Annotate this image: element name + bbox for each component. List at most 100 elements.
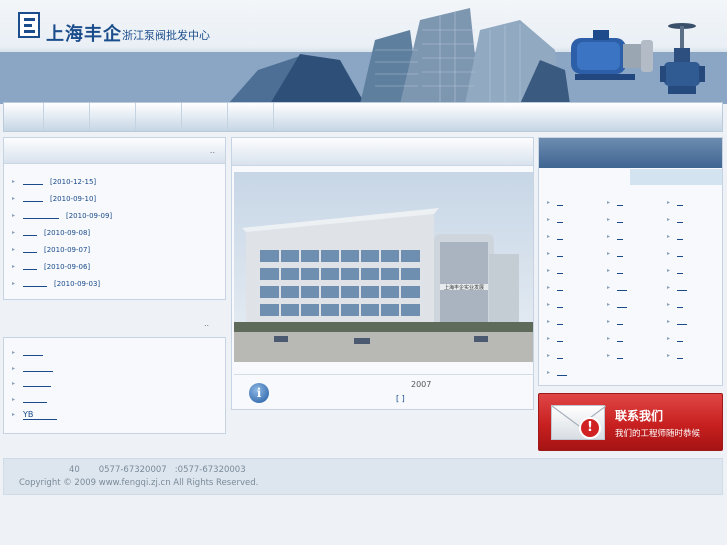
news-title-link[interactable] (23, 195, 43, 202)
news-more-link[interactable]: .. (210, 146, 215, 155)
nav-item-5[interactable] (182, 103, 228, 131)
product-link-text[interactable] (557, 199, 563, 206)
product-link-text[interactable] (617, 250, 623, 257)
product-link-text[interactable] (557, 369, 567, 376)
product-link-text[interactable] (617, 216, 623, 223)
product-link[interactable]: ▸ (547, 313, 607, 330)
product-link-text[interactable] (557, 216, 563, 223)
news-item[interactable]: ▸ [2010-12-15] (12, 173, 225, 190)
news-title-link[interactable] (23, 178, 43, 185)
product-link[interactable]: ▸ (607, 262, 667, 279)
product-link[interactable]: ▸ (607, 296, 667, 313)
product-link[interactable]: ▸ (607, 347, 667, 364)
bullet-icon: ▸ (607, 267, 611, 274)
news-item[interactable]: ▸ [2010-09-10] (12, 190, 225, 207)
nav-item-1[interactable] (4, 103, 44, 131)
product-link[interactable]: ▸ (547, 194, 607, 211)
product-link-text[interactable] (677, 233, 683, 240)
news-item[interactable]: ▸ [2010-09-09] (12, 207, 225, 224)
product-link-text[interactable] (617, 318, 623, 325)
news-title-link[interactable] (23, 212, 59, 219)
product-link-text[interactable] (617, 284, 627, 291)
product-link-text[interactable] (677, 199, 683, 206)
product-link-text[interactable] (557, 301, 563, 308)
product-link-text[interactable] (557, 335, 563, 342)
bullet-icon: ▸ (12, 178, 16, 185)
product-link[interactable]: ▸ (547, 364, 607, 381)
list-item[interactable]: ▸ YB (12, 407, 225, 423)
product-link-text[interactable] (677, 301, 683, 308)
product-link[interactable]: ▸ (607, 228, 667, 245)
product-link-text[interactable] (557, 284, 563, 291)
product-link-text[interactable] (677, 267, 683, 274)
bullet-icon: ▸ (607, 216, 611, 223)
links-more-link[interactable]: .. (204, 319, 209, 328)
product-link[interactable]: ▸ (667, 347, 719, 364)
product-link-text[interactable] (677, 216, 683, 223)
product-link[interactable]: ▸ (547, 330, 607, 347)
list-item[interactable]: ▸ (12, 376, 225, 392)
product-link[interactable]: ▸ (547, 228, 607, 245)
product-link[interactable]: ▸ (547, 279, 607, 296)
nav-item-4[interactable] (136, 103, 182, 131)
bullet-icon: ▸ (667, 301, 671, 308)
news-title-link[interactable] (23, 280, 47, 287)
product-link[interactable]: ▸ (667, 194, 719, 211)
news-title-link[interactable] (23, 229, 37, 236)
list-item-link[interactable]: YB (23, 410, 58, 420)
product-link[interactable]: ▸ (667, 296, 719, 313)
product-link[interactable]: ▸ (547, 245, 607, 262)
product-link[interactable]: ▸ (667, 228, 719, 245)
news-item[interactable]: ▸ [2010-09-03] (12, 275, 225, 292)
nav-item-2[interactable] (44, 103, 90, 131)
list-item-link[interactable] (23, 396, 47, 403)
nav-item-3[interactable] (90, 103, 136, 131)
product-link-text[interactable] (617, 199, 623, 206)
product-link[interactable]: ▸ (607, 194, 667, 211)
product-link-text[interactable] (617, 233, 623, 240)
product-link-text[interactable] (617, 267, 623, 274)
product-link-text[interactable] (557, 318, 563, 325)
nav-item-6[interactable] (228, 103, 274, 131)
product-link-text[interactable] (557, 250, 563, 257)
list-item-link[interactable] (23, 380, 51, 388)
product-link-text[interactable] (617, 301, 627, 308)
product-link-text[interactable] (557, 233, 563, 240)
product-link[interactable]: ▸ (547, 347, 607, 364)
intro-more-link[interactable]: [ ] (396, 394, 405, 403)
product-link[interactable]: ▸ (667, 211, 719, 228)
product-link[interactable]: ▸ (667, 262, 719, 279)
product-link[interactable]: ▸ (607, 313, 667, 330)
product-link[interactable]: ▸ (667, 279, 719, 296)
news-title-link[interactable] (23, 263, 37, 270)
news-item[interactable]: ▸ [2010-09-06] (12, 258, 225, 275)
list-item[interactable]: ▸ (12, 361, 225, 377)
product-link[interactable]: ▸ (607, 211, 667, 228)
product-link[interactable]: ▸ (547, 262, 607, 279)
product-link-text[interactable] (617, 335, 623, 342)
product-link[interactable]: ▸ (667, 330, 719, 347)
list-item[interactable]: ▸ (12, 345, 225, 361)
product-link-text[interactable] (677, 352, 683, 359)
news-item[interactable]: ▸ [2010-09-08] (12, 224, 225, 241)
contact-us-banner[interactable]: ! 联系我们 我们的工程师随时恭候 (538, 393, 723, 451)
product-link[interactable]: ▸ (547, 211, 607, 228)
product-link[interactable]: ▸ (607, 279, 667, 296)
list-item[interactable]: ▸ (12, 392, 225, 408)
news-item[interactable]: ▸ [2010-09-07] (12, 241, 225, 258)
product-link-text[interactable] (557, 267, 563, 274)
product-link-text[interactable] (677, 318, 687, 325)
list-item-link[interactable] (23, 365, 53, 372)
product-link[interactable]: ▸ (667, 313, 719, 330)
news-title-link[interactable] (23, 246, 37, 253)
product-link[interactable]: ▸ (607, 330, 667, 347)
product-link[interactable]: ▸ (607, 245, 667, 262)
product-link-text[interactable] (677, 335, 683, 342)
product-link-text[interactable] (557, 352, 563, 359)
product-link[interactable]: ▸ (667, 245, 719, 262)
list-item-link[interactable] (23, 349, 43, 357)
product-link-text[interactable] (677, 250, 683, 257)
product-link[interactable]: ▸ (547, 296, 607, 313)
product-link-text[interactable] (617, 352, 623, 359)
product-link-text[interactable] (677, 284, 687, 291)
